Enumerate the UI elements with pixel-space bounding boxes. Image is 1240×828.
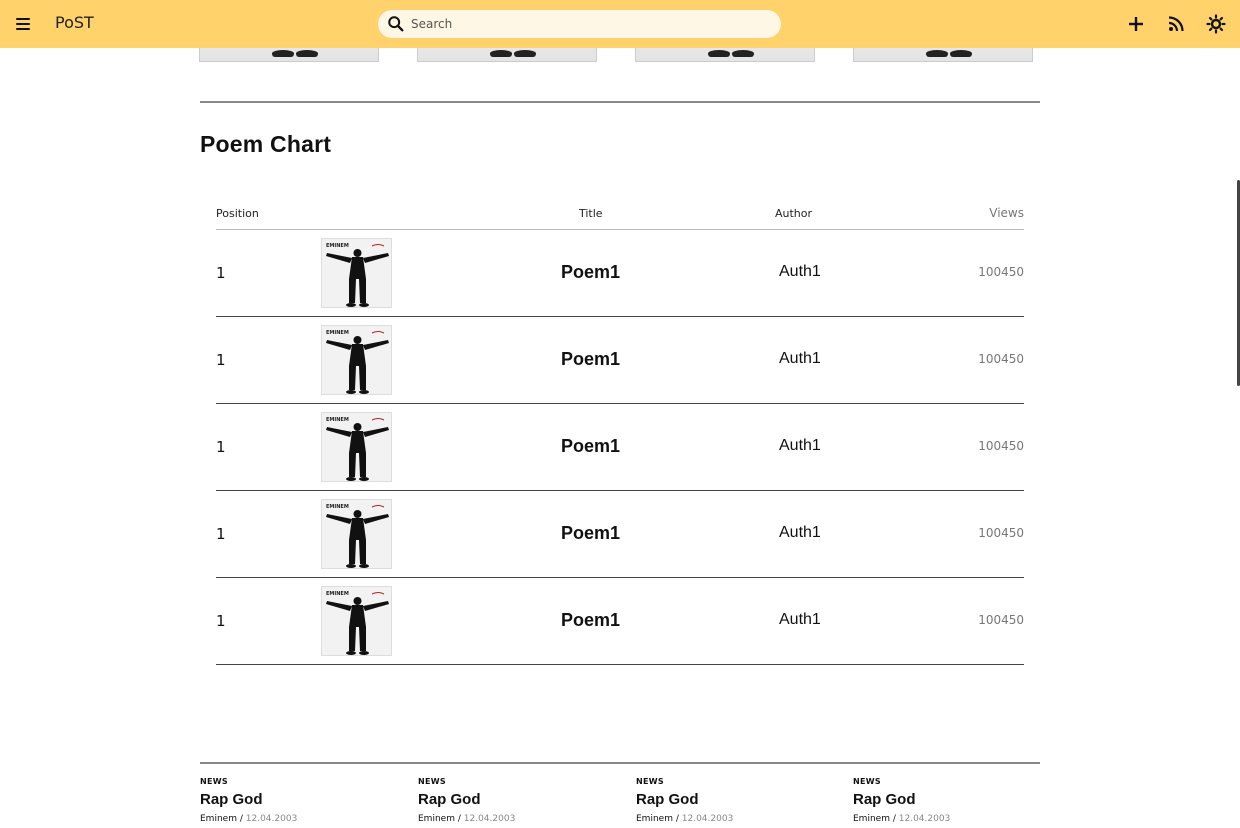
- poem-views: 100450: [978, 526, 1024, 540]
- meta-separator: /: [675, 814, 679, 824]
- news-card[interactable]: NEWS Rap God Eminem / 12.04.2003: [636, 777, 826, 824]
- row-position: 1: [216, 525, 226, 543]
- poem-author[interactable]: Auth1: [779, 350, 821, 368]
- news-title[interactable]: Rap God: [636, 791, 826, 808]
- poem-author[interactable]: Auth1: [779, 437, 821, 455]
- cover-art: EMINEM: [322, 500, 391, 568]
- column-header-position: Position: [216, 207, 259, 220]
- poem-title[interactable]: Poem1: [561, 523, 620, 544]
- search-bar[interactable]: [378, 10, 781, 38]
- news-author[interactable]: Eminem: [636, 814, 673, 824]
- poem-views: 100450: [978, 265, 1024, 279]
- cover-art-label: EMINEM: [326, 591, 349, 597]
- cover-art: EMINEM: [322, 587, 391, 655]
- news-date: 12.04.2003: [245, 814, 298, 824]
- news-date: 12.04.2003: [463, 814, 516, 824]
- meta-separator: /: [239, 814, 243, 824]
- poem-views: 100450: [978, 613, 1024, 627]
- menu-icon[interactable]: [13, 14, 33, 34]
- section-divider: [200, 101, 1040, 103]
- meta-separator: /: [892, 814, 896, 824]
- rss-icon[interactable]: [1166, 14, 1186, 34]
- row-position: 1: [216, 438, 226, 456]
- brand-logo[interactable]: PoST: [55, 13, 94, 32]
- page-title: Poem Chart: [200, 131, 332, 157]
- poem-title[interactable]: Poem1: [561, 610, 620, 631]
- cover-image[interactable]: EMINEM: [321, 499, 392, 569]
- news-card[interactable]: NEWS Rap God Eminem / 12.04.2003: [418, 777, 608, 824]
- cover-art-label: EMINEM: [326, 243, 349, 249]
- plus-icon[interactable]: [1126, 14, 1146, 34]
- news-category: NEWS: [636, 777, 664, 786]
- news-title[interactable]: Rap God: [200, 791, 390, 808]
- cover-art: EMINEM: [322, 413, 391, 481]
- table-row[interactable]: 1 EMINEM Poem1 Auth1 100450: [216, 317, 1024, 404]
- news-category: NEWS: [853, 777, 881, 786]
- poem-title[interactable]: Poem1: [561, 349, 620, 370]
- table-row[interactable]: 1 EMINEM Poem1 Auth1 100450: [216, 404, 1024, 491]
- cover-art-label: EMINEM: [326, 417, 349, 423]
- meta-separator: /: [457, 814, 461, 824]
- news-title[interactable]: Rap God: [418, 791, 608, 808]
- poem-title[interactable]: Poem1: [561, 262, 620, 283]
- top-navigation-bar: PoST: [0, 0, 1240, 48]
- news-card[interactable]: NEWS Rap God Eminem / 12.04.2003: [200, 777, 390, 824]
- cover-image[interactable]: EMINEM: [321, 586, 392, 656]
- news-category: NEWS: [200, 777, 228, 786]
- poem-author[interactable]: Auth1: [779, 263, 821, 281]
- cover-image[interactable]: EMINEM: [321, 238, 392, 308]
- table-row[interactable]: 1 EMINEM Poem1 Auth1 100450: [216, 578, 1024, 665]
- poem-author[interactable]: Auth1: [779, 524, 821, 542]
- table-row[interactable]: 1 EMINEM Poem1 Auth1 100450: [216, 491, 1024, 578]
- cover-art-label: EMINEM: [326, 330, 349, 336]
- row-position: 1: [216, 351, 226, 369]
- poem-views: 100450: [978, 439, 1024, 453]
- search-input[interactable]: [411, 14, 771, 34]
- section-divider: [200, 762, 1040, 764]
- cover-art: EMINEM: [322, 239, 391, 307]
- cover-image[interactable]: EMINEM: [321, 412, 392, 482]
- row-position: 1: [216, 264, 226, 282]
- poem-author[interactable]: Auth1: [779, 611, 821, 629]
- news-author[interactable]: Eminem: [200, 814, 237, 824]
- news-card[interactable]: NEWS Rap God Eminem / 12.04.2003: [853, 777, 1043, 824]
- poem-views: 100450: [978, 352, 1024, 366]
- column-header-views: Views: [989, 206, 1024, 220]
- search-icon[interactable]: [387, 15, 405, 33]
- news-date: 12.04.2003: [681, 814, 734, 824]
- column-header-author: Author: [775, 207, 813, 220]
- cover-art: EMINEM: [322, 326, 391, 394]
- cover-image[interactable]: EMINEM: [321, 325, 392, 395]
- poem-title[interactable]: Poem1: [561, 436, 620, 457]
- row-position: 1: [216, 612, 226, 630]
- news-title[interactable]: Rap God: [853, 791, 1043, 808]
- news-author[interactable]: Eminem: [853, 814, 890, 824]
- news-category: NEWS: [418, 777, 446, 786]
- table-row[interactable]: 1 EMINEM Poem1 Auth1 100450: [216, 230, 1024, 317]
- cover-art-label: EMINEM: [326, 504, 349, 510]
- column-header-title: Title: [579, 207, 603, 220]
- sun-icon[interactable]: [1206, 14, 1226, 34]
- news-author[interactable]: Eminem: [418, 814, 455, 824]
- news-date: 12.04.2003: [898, 814, 951, 824]
